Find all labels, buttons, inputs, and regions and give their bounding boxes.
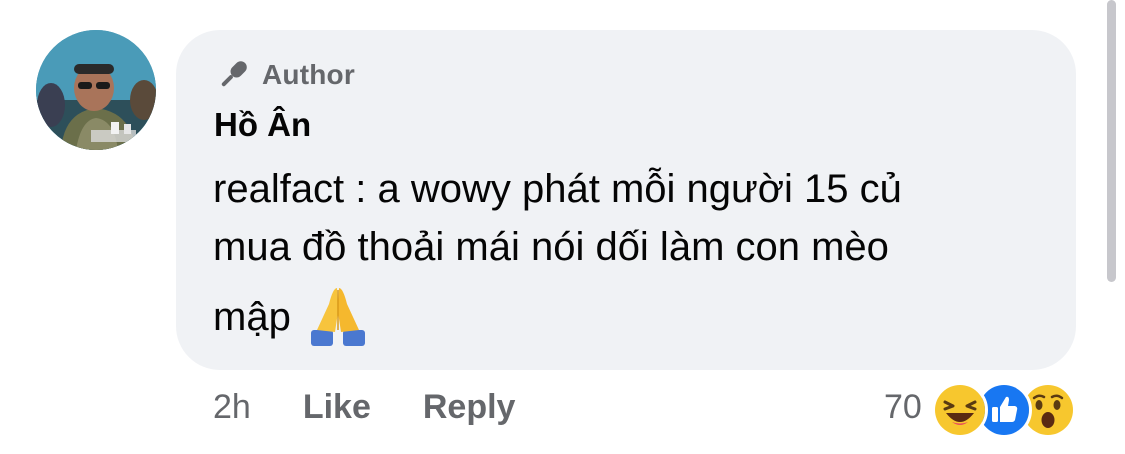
reaction-count[interactable]: 70 (884, 388, 922, 427)
author-name[interactable]: Hồ Ân (214, 106, 311, 144)
reaction-summary[interactable]: 70 (884, 380, 1082, 438)
comment-line-text: mập (213, 295, 291, 339)
timestamp[interactable]: 2h (213, 388, 251, 427)
vertical-scrollbar[interactable] (1107, 0, 1116, 282)
comment-bubble: Author Hồ Ân realfact : a wowy phát mỗi … (176, 30, 1076, 370)
comment-screen: Author Hồ Ân realfact : a wowy phát mỗi … (0, 0, 1125, 454)
haha-reaction-icon (931, 382, 988, 438)
author-badge-label: Author (262, 59, 355, 90)
folded-hands-emoji-icon (305, 282, 371, 348)
microphone-icon (214, 56, 252, 94)
comment-line: mua đồ thoải mái nói dối làm con mèo (213, 225, 889, 269)
like-button[interactable]: Like (303, 388, 371, 427)
comment-actions: 2h Like Reply (213, 388, 515, 427)
author-badge: Author (214, 56, 355, 94)
comment-line: realfact : a wowy phát mỗi người 15 củ (213, 167, 902, 211)
comment-line: mập (213, 282, 1053, 346)
avatar[interactable] (36, 30, 156, 150)
reply-button[interactable]: Reply (423, 388, 516, 427)
reaction-icons[interactable] (931, 380, 1082, 438)
comment-text: realfact : a wowy phát mỗi người 15 củ m… (213, 160, 1053, 346)
